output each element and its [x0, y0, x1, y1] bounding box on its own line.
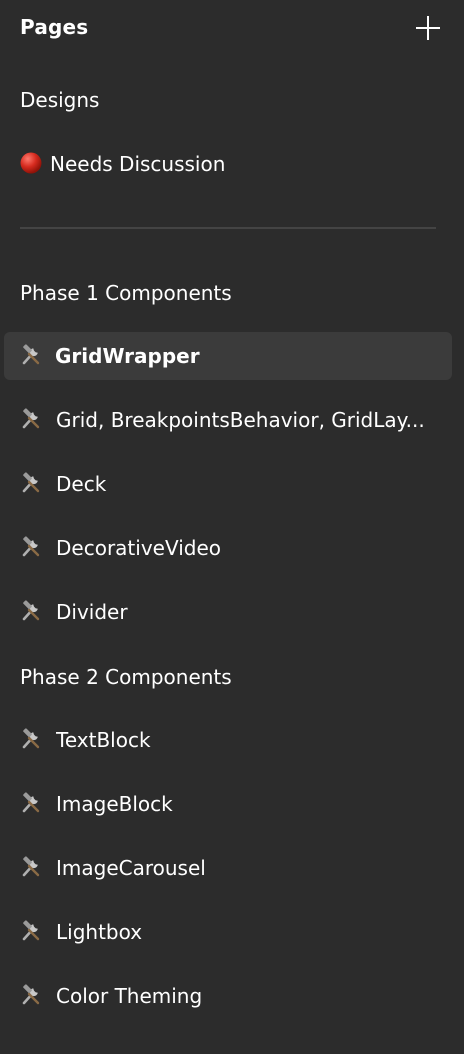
page-item-needs-discussion[interactable]: Needs Discussion: [4, 140, 452, 188]
hammer-wrench-icon: [20, 792, 42, 814]
hammer-wrench-icon: [20, 920, 42, 942]
page-item-lightbox[interactable]: Lightbox: [4, 908, 452, 956]
hammer-wrench-icon: [20, 728, 42, 750]
page-item-label: Designs: [20, 88, 100, 112]
hammer-wrench-icon: [20, 536, 42, 558]
hammer-wrench-icon: [20, 600, 42, 622]
hammer-wrench-icon: [20, 984, 42, 1006]
hammer-wrench-icon: [20, 344, 42, 366]
page-item-label: Needs Discussion: [50, 152, 226, 176]
page-item-grid[interactable]: Grid, BreakpointsBehavior, GridLay...: [4, 396, 452, 444]
page-item-label: GridWrapper: [55, 344, 200, 368]
page-item-label: TextBlock: [56, 728, 151, 752]
divider: [20, 227, 436, 229]
page-item-label: DecorativeVideo: [56, 536, 221, 560]
section-label-phase-1[interactable]: Phase 1 Components: [20, 281, 232, 305]
page-item-color-theming[interactable]: Color Theming: [4, 972, 452, 1020]
pages-header: Pages: [0, 0, 464, 56]
hammer-wrench-icon: [20, 408, 42, 430]
page-item-deck[interactable]: Deck: [4, 460, 452, 508]
red-circle-icon: [20, 152, 42, 174]
pages-panel: Pages Designs Needs Discussion Phase 1 C…: [0, 0, 464, 1054]
page-item-label: Lightbox: [56, 920, 143, 944]
page-item-gridwrapper[interactable]: GridWrapper: [4, 332, 452, 380]
page-item-textblock[interactable]: TextBlock: [4, 716, 452, 764]
page-item-imageblock[interactable]: ImageBlock: [4, 780, 452, 828]
page-item-imagecarousel[interactable]: ImageCarousel: [4, 844, 452, 892]
page-item-label: Grid, BreakpointsBehavior, GridLay...: [56, 408, 425, 432]
page-item-decorativevideo[interactable]: DecorativeVideo: [4, 524, 452, 572]
page-item-label: Divider: [56, 600, 128, 624]
hammer-wrench-icon: [20, 856, 42, 878]
page-item-label: ImageBlock: [56, 792, 173, 816]
plus-icon-bar: [427, 16, 429, 40]
pages-title: Pages: [20, 15, 89, 39]
page-item-label: Color Theming: [56, 984, 203, 1008]
page-item-label: ImageCarousel: [56, 856, 206, 880]
page-item-divider[interactable]: Divider: [4, 588, 452, 636]
section-label-phase-2[interactable]: Phase 2 Components: [20, 665, 232, 689]
hammer-wrench-icon: [20, 472, 42, 494]
page-item-designs[interactable]: Designs: [4, 76, 452, 124]
add-page-button[interactable]: [412, 12, 444, 44]
page-item-label: Deck: [56, 472, 107, 496]
